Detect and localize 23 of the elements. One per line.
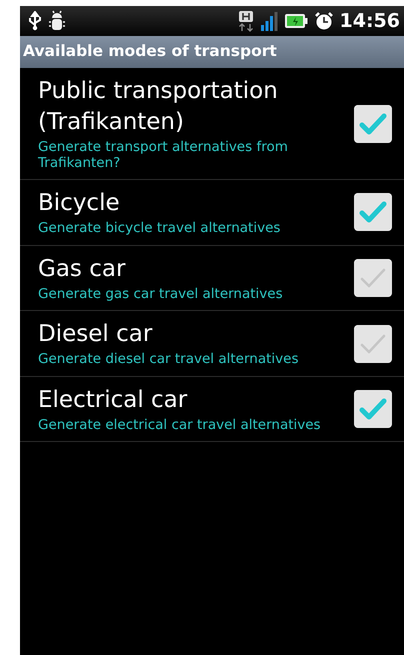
option-summary: Generate electrical car travel alternatives — [38, 418, 322, 434]
clock-time: 14:56 — [340, 8, 400, 34]
option-title: Diesel car — [38, 320, 154, 350]
option-title: Public transportation (Trafikanten) — [38, 77, 279, 138]
option-summary: Generate bicycle travel alternatives — [38, 221, 282, 237]
battery-icon — [284, 13, 308, 29]
option-title: Bicycle — [38, 189, 121, 218]
checkbox[interactable] — [354, 258, 392, 297]
usb-icon — [28, 11, 42, 31]
alarm-icon — [314, 11, 334, 31]
signal-icon — [260, 11, 278, 31]
checkbox[interactable] — [354, 193, 392, 232]
option-summary: Generate gas car travel alternatives — [38, 286, 284, 302]
option-title: Electrical car — [38, 386, 188, 415]
screen-title: Available modes of transport — [23, 41, 277, 62]
checkbox[interactable] — [354, 104, 392, 143]
option-title: Gas car — [38, 254, 126, 284]
checkbox[interactable] — [354, 390, 392, 428]
option-summary: Generate transport alternatives from Trafikanten? — [38, 140, 289, 172]
bug-icon — [48, 10, 66, 32]
data-icon — [238, 10, 254, 32]
checkbox[interactable] — [354, 324, 392, 363]
option-summary: Generate diesel car travel alternatives — [38, 352, 300, 368]
